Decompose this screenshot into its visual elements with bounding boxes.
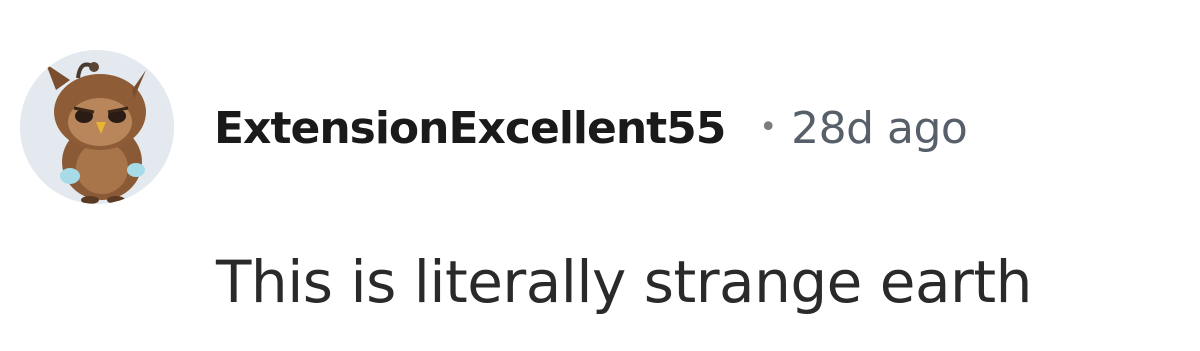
comment-header: ExtensionExcellent55 • 28d ago — [214, 98, 968, 158]
username-link[interactable]: ExtensionExcellent55 — [214, 103, 726, 154]
owl-avatar-icon — [20, 50, 174, 204]
avatar[interactable] — [20, 50, 174, 204]
separator-dot: • — [759, 110, 778, 145]
comment-body: This is literally strange earth — [216, 248, 1032, 316]
timestamp-link[interactable]: 28d ago — [791, 103, 968, 154]
comment: ExtensionExcellent55 • 28d ago This is l… — [0, 0, 1200, 351]
